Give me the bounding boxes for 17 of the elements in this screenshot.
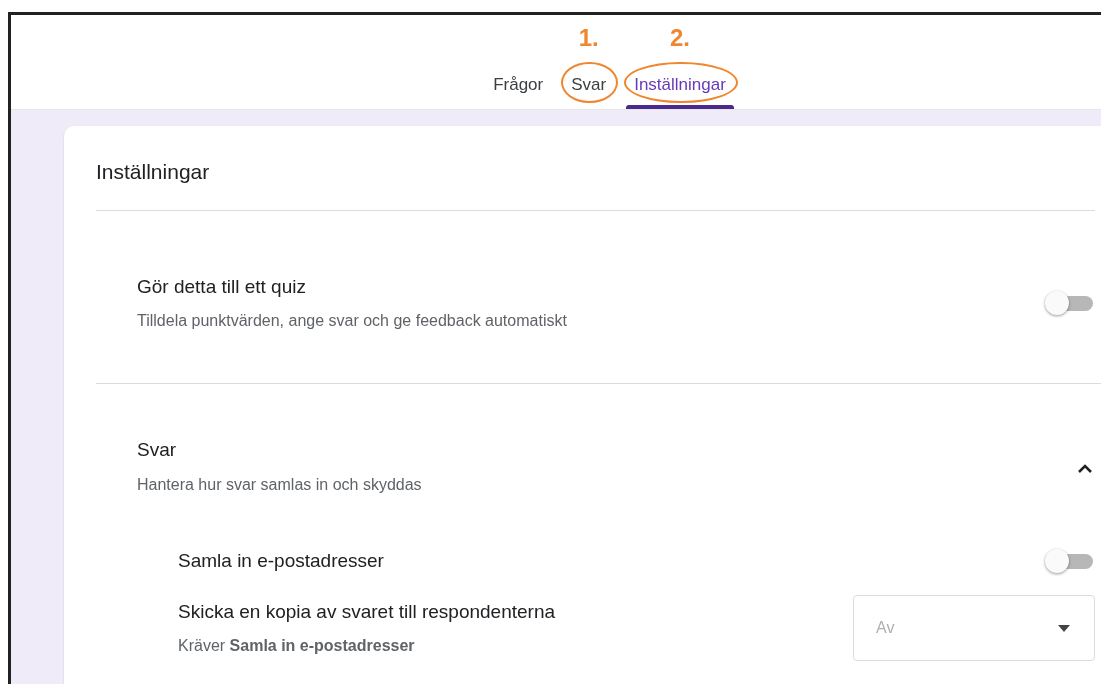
tab[interactable]: Frågor: [485, 71, 552, 109]
annotation-ellipse: [561, 61, 619, 103]
setting-title: Samla in e-postadresser: [178, 548, 384, 573]
toggle-switch[interactable]: [1045, 290, 1095, 315]
setting-description: Tilldela punktvärden, ange svar och ge feedback automatiskt: [137, 311, 567, 331]
annotation-number: 2.: [670, 22, 690, 53]
setting-title: Svar: [137, 438, 178, 462]
dropdown-caret-icon: [1058, 624, 1070, 632]
setting-title: Skicka en kopia av svaret till respondenterna: [178, 599, 556, 624]
toggle-switch[interactable]: [1045, 548, 1095, 573]
setting-title: Gör detta till ett quiz: [137, 274, 307, 299]
setting-description: Kräver Samla in e-postadresser: [178, 636, 416, 657]
tab[interactable]: Svar: [563, 71, 615, 109]
annotation-number: 1.: [578, 22, 599, 53]
tab[interactable]: Inställningar: [626, 71, 734, 109]
panel-title: Inställningar: [96, 156, 1095, 211]
setting-description: Hantera hur svar samlas in och skyddas: [137, 474, 422, 495]
